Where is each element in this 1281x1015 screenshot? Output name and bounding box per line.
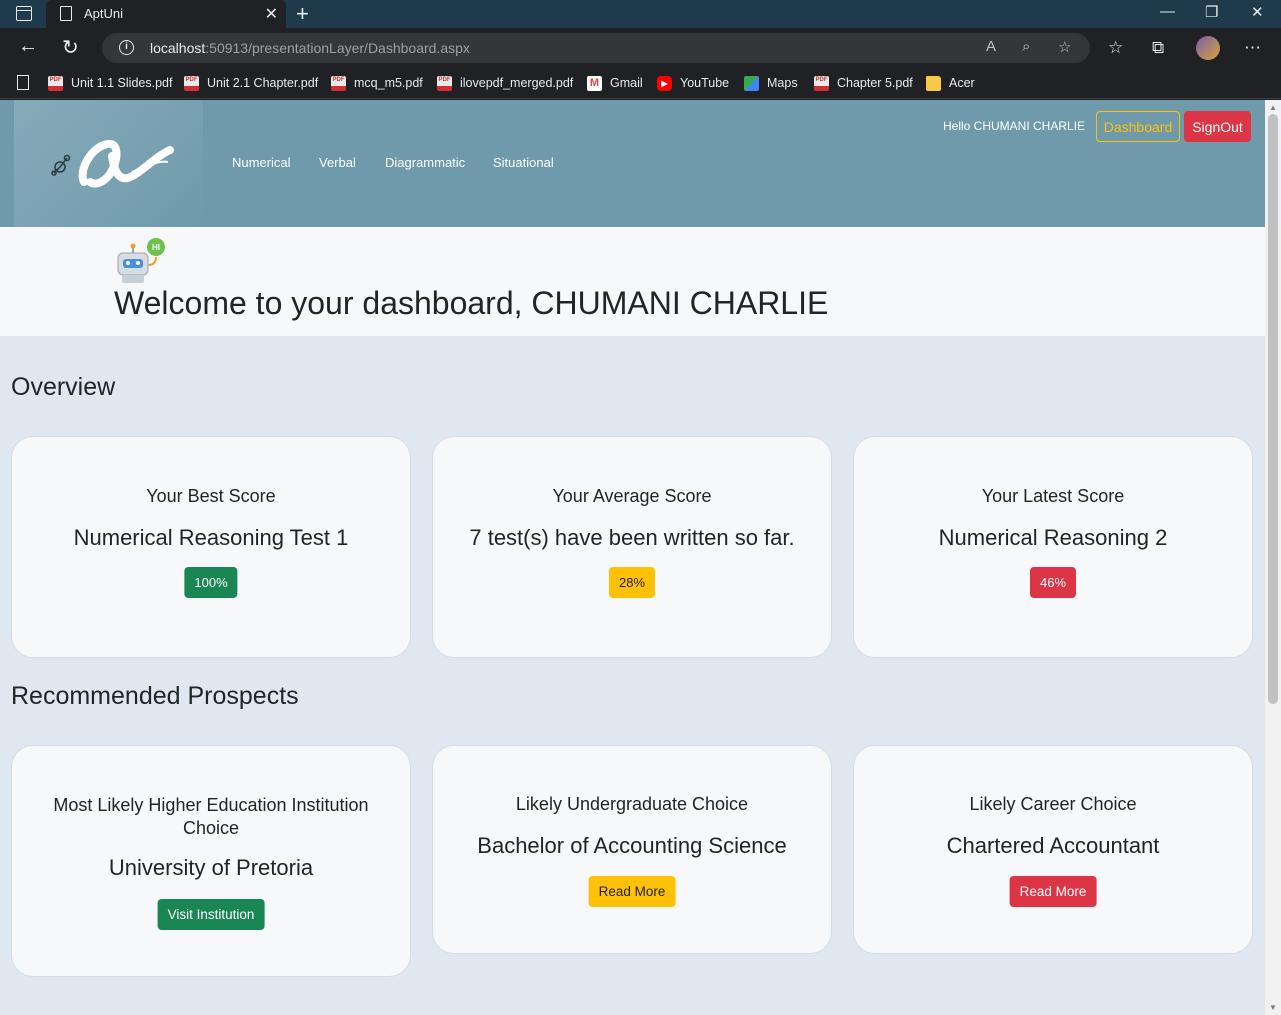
browser-titlebar: AptUni ✕ + — ❐ ✕ xyxy=(0,0,1281,28)
card-value: Bachelor of Accounting Science xyxy=(477,833,787,858)
signout-button[interactable]: SignOut xyxy=(1184,111,1251,142)
close-tab-icon[interactable]: ✕ xyxy=(265,4,278,24)
bookmark-item[interactable]: PDF mcq_m5.pdf xyxy=(331,73,423,93)
robot-bubble-text: HI xyxy=(152,243,160,252)
read-more-button[interactable]: Read More xyxy=(1009,876,1097,907)
bookmark-label: Gmail xyxy=(610,76,643,90)
bookmark-item[interactable]: Acer xyxy=(926,73,975,93)
latest-score-card: Your Latest Score Numerical Reasoning 2 … xyxy=(853,436,1253,658)
logo-panel[interactable] xyxy=(14,100,203,227)
minimize-icon[interactable]: — xyxy=(1160,3,1175,20)
nav-situational[interactable]: Situational xyxy=(493,155,554,170)
scrollbar-thumb[interactable] xyxy=(1268,114,1278,704)
pdf-icon: PDF xyxy=(331,75,346,91)
gmail-icon: M xyxy=(587,75,602,91)
youtube-icon: ▶ xyxy=(657,75,672,91)
user-greeting: Hello CHUMANI CHARLIE xyxy=(943,119,1086,133)
bookmark-label: Chapter 5.pdf xyxy=(837,76,913,90)
scroll-up-icon[interactable]: ▲ xyxy=(1269,103,1277,112)
page-icon xyxy=(17,75,29,90)
card-value: Numerical Reasoning 2 xyxy=(938,525,1168,550)
bookmark-label: Maps xyxy=(767,76,798,90)
average-score-card: Your Average Score 7 test(s) have been w… xyxy=(432,436,832,658)
bookmark-item[interactable]: PDF Chapter 5.pdf xyxy=(814,73,913,93)
card-value: 7 test(s) have been written so far. xyxy=(469,525,795,550)
card-label: Most Likely Higher Education Institution… xyxy=(53,795,369,838)
pdf-icon: PDF xyxy=(48,75,63,91)
page-title: Welcome to your dashboard, CHUMANI CHARL… xyxy=(114,285,829,321)
bookmark-item[interactable]: PDF ilovepdf_merged.pdf xyxy=(437,73,573,93)
bookmark-label: Unit 1.1 Slides.pdf xyxy=(71,76,173,90)
bookmark-label: Acer xyxy=(949,76,975,90)
bookmark-label: Unit 2.1 Chapter.pdf xyxy=(207,76,319,90)
undergraduate-card: Likely Undergraduate Choice Bachelor of … xyxy=(432,745,832,954)
aptuni-logo-icon xyxy=(51,140,174,188)
bookmark-label: mcq_m5.pdf xyxy=(354,76,423,90)
institution-card: Most Likely Higher Education Institution… xyxy=(11,745,411,977)
bookmark-item[interactable]: M Gmail xyxy=(587,73,643,93)
folder-icon xyxy=(926,75,941,91)
best-score-card: Your Best Score Numerical Reasoning Test… xyxy=(11,436,411,658)
url-text[interactable]: localhost:50913/presentationLayer/Dashbo… xyxy=(150,40,470,56)
bookmark-item[interactable]: PDF Unit 1.1 Slides.pdf xyxy=(48,73,172,93)
card-label: Likely Undergraduate Choice xyxy=(515,794,749,814)
card-label: Your Latest Score xyxy=(981,486,1125,506)
zoom-icon[interactable]: ⌕ xyxy=(1022,38,1030,55)
maps-icon xyxy=(744,75,759,91)
bookmark-item[interactable]: PDF Unit 2.1 Chapter.pdf xyxy=(184,73,318,93)
pdf-icon: PDF xyxy=(814,75,829,91)
nav-diagrammatic[interactable]: Diagrammatic xyxy=(385,155,465,170)
visit-institution-button[interactable]: Visit Institution xyxy=(157,899,265,930)
card-value: Chartered Accountant xyxy=(946,833,1160,858)
welcome-banner: HI Welcome to your dashboard, CHUMANI CH… xyxy=(0,227,1265,336)
new-tab-icon[interactable]: + xyxy=(296,1,309,27)
url-path: :50913/presentationLayer/Dashboard.aspx xyxy=(205,40,470,56)
page-icon xyxy=(60,6,72,21)
card-value: University of Pretoria xyxy=(108,855,314,880)
score-badge: 46% xyxy=(1029,567,1077,598)
dashboard-button[interactable]: Dashboard xyxy=(1096,111,1180,142)
bookmark-label: YouTube xyxy=(680,76,730,90)
score-badge: 28% xyxy=(608,567,656,598)
score-badge: 100% xyxy=(184,567,238,598)
restore-icon[interactable]: ❐ xyxy=(1205,3,1218,21)
site-header: Numerical Verbal Diagrammatic Situationa… xyxy=(0,100,1265,227)
close-window-icon[interactable]: ✕ xyxy=(1251,3,1264,21)
bookmark-item[interactable]: ▶ YouTube xyxy=(657,73,729,93)
card-value: Numerical Reasoning Test 1 xyxy=(73,525,349,550)
read-more-button[interactable]: Read More xyxy=(588,876,676,907)
more-options-icon[interactable]: ⋯ xyxy=(1244,38,1261,58)
browser-tab[interactable]: AptUni ✕ xyxy=(46,0,286,28)
card-label: Your Best Score xyxy=(146,486,276,506)
profile-avatar[interactable] xyxy=(1196,36,1220,60)
refresh-icon[interactable]: ↻ xyxy=(62,35,79,60)
career-card: Likely Career Choice Chartered Accountan… xyxy=(853,745,1253,954)
address-bar[interactable]: i localhost:50913/presentationLayer/Dash… xyxy=(102,33,1090,63)
read-aloud-icon[interactable]: A xyxy=(986,38,996,55)
back-icon[interactable]: ← xyxy=(18,35,38,58)
pdf-icon: PDF xyxy=(184,75,199,91)
tab-title: AptUni xyxy=(84,6,124,21)
add-favorite-icon[interactable]: ☆ xyxy=(1058,38,1071,56)
bookmarks-bar: PDF Unit 1.1 Slides.pdf PDF Unit 2.1 Chapt… xyxy=(0,68,1281,99)
overview-heading: Overview xyxy=(11,373,116,401)
nav-verbal[interactable]: Verbal xyxy=(319,155,356,170)
collections-icon[interactable]: ⧉ xyxy=(1152,38,1164,58)
browser-toolbar: ← ↻ i localhost:50913/presentationLayer/… xyxy=(0,28,1281,68)
bookmark-item[interactable]: Maps xyxy=(744,73,798,93)
tab-actions-icon[interactable] xyxy=(16,6,32,21)
site-info-icon[interactable]: i xyxy=(119,40,134,55)
prospects-heading: Recommended Prospects xyxy=(11,682,299,710)
card-label: Your Average Score xyxy=(552,486,712,506)
pdf-icon: PDF xyxy=(437,75,452,91)
scroll-down-icon[interactable]: ▼ xyxy=(1269,1003,1277,1012)
card-label: Likely Career Choice xyxy=(969,794,1137,814)
bookmark-label: ilovepdf_merged.pdf xyxy=(460,76,574,90)
favorites-icon[interactable]: ☆ xyxy=(1108,38,1123,58)
page-scrollbar[interactable]: ▲ ▼ xyxy=(1265,100,1281,1015)
robot-icon: HI xyxy=(117,238,165,283)
nav-numerical[interactable]: Numerical xyxy=(232,155,291,170)
url-host: localhost xyxy=(150,40,206,56)
page-viewport: Numerical Verbal Diagrammatic Situationa… xyxy=(0,100,1265,1015)
